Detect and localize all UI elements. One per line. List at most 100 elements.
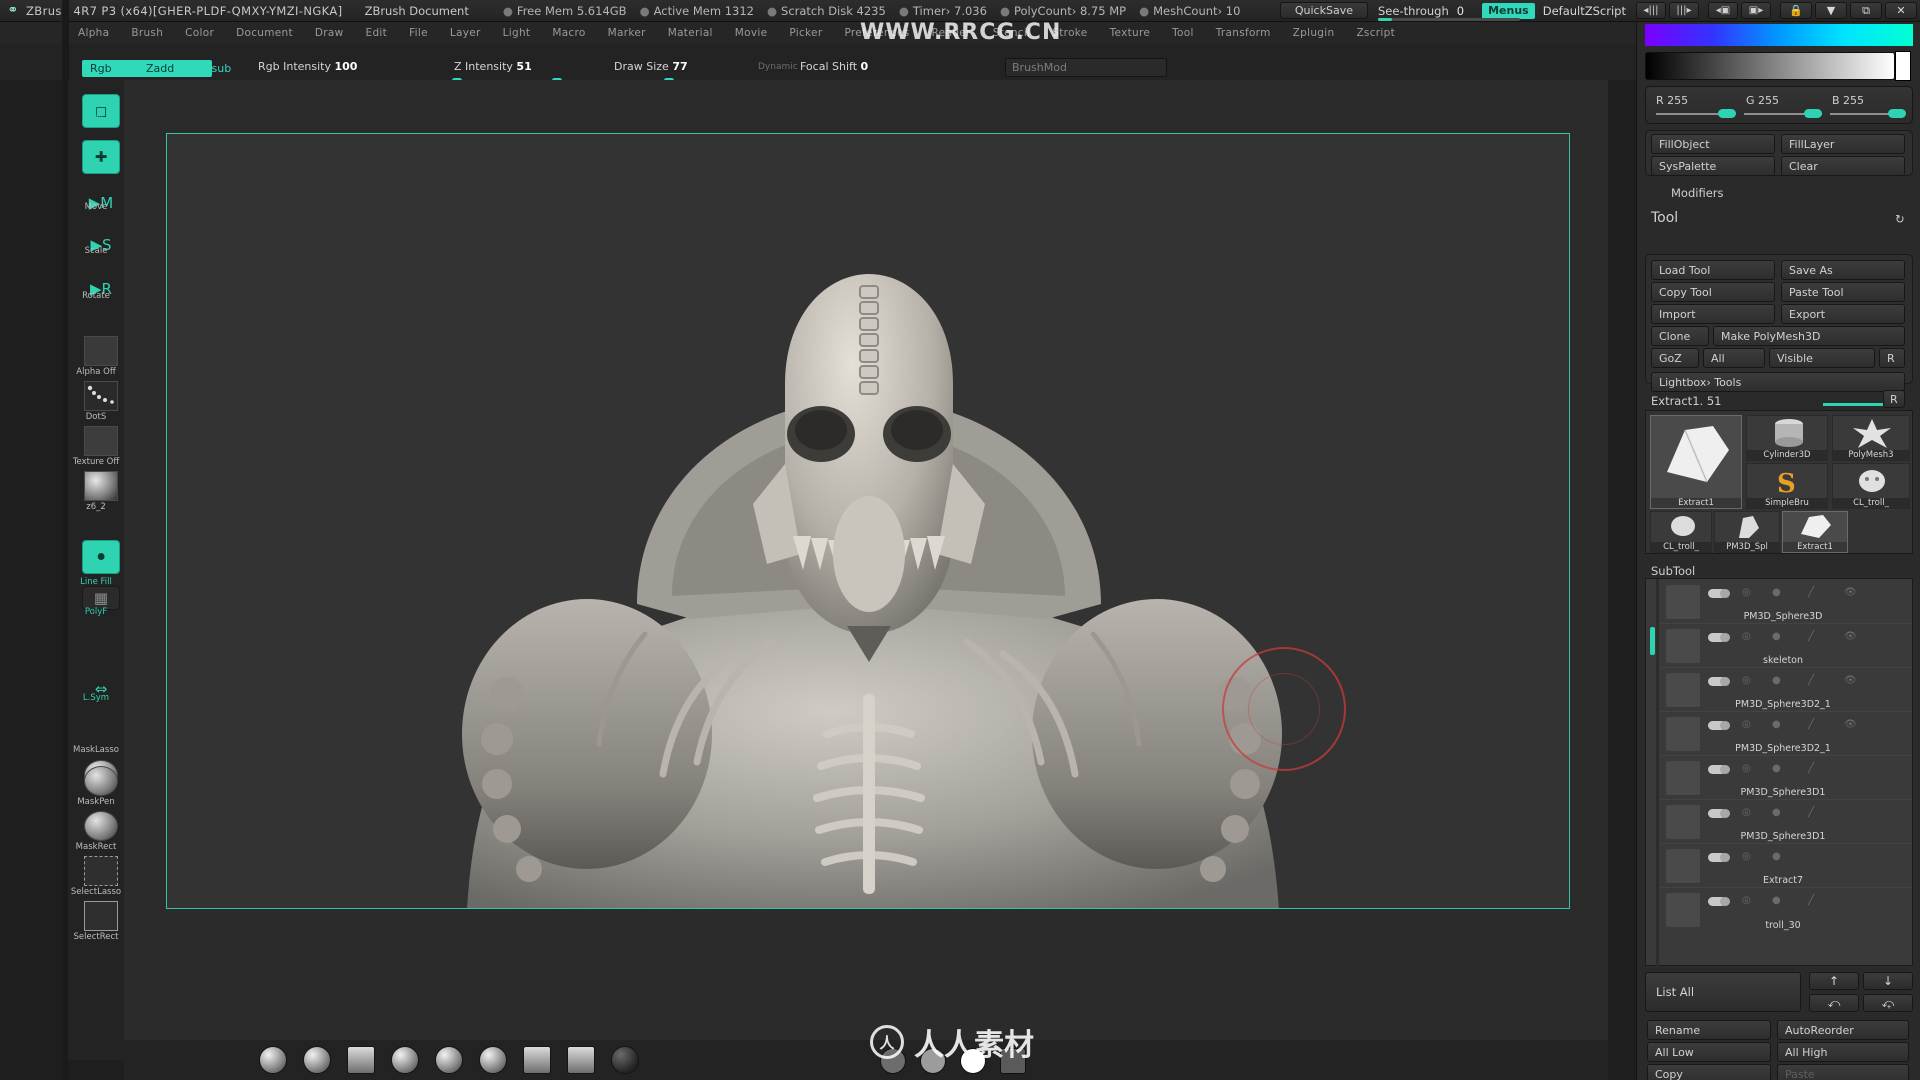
scroll-right-icon[interactable]: |||▸ [1669,2,1699,19]
b-knob[interactable] [1888,109,1906,118]
scale-button[interactable]: ▶S [82,228,120,262]
tool-thumb-polymesh3d[interactable]: PolyMesh3 [1832,415,1910,461]
rgb-intensity-slider[interactable]: Rgb Intensity 100 [258,60,462,83]
menu-item-file[interactable]: File [409,27,428,39]
quicksave-button[interactable]: QuickSave [1279,2,1368,19]
stroke-dots-icon[interactable] [84,381,118,411]
goz-button[interactable]: GoZ [1651,348,1699,368]
subtool-lock-icon[interactable]: ◎ [1742,807,1751,818]
subtool-eye-icon[interactable]: 👁 [1844,719,1857,730]
paste-tool-button[interactable]: Paste Tool [1781,282,1905,302]
subtool-brush-icon[interactable]: ╱ [1808,675,1814,686]
select-lasso-icon[interactable] [84,856,118,886]
focal-shift-slider[interactable]: Focal Shift 0 [800,60,986,82]
copy-subtool-button[interactable]: Copy [1647,1064,1771,1080]
subtool-brush-icon[interactable]: ╱ [1808,631,1814,642]
menu-item-tool[interactable]: Tool [1172,27,1194,39]
menu-item-material[interactable]: Material [668,27,713,39]
menus-toggle[interactable]: Menus [1482,2,1535,19]
list-all-button[interactable]: List All [1645,972,1801,1012]
merge-up-icon[interactable]: ⤺ [1809,994,1859,1012]
all-high-button[interactable]: All High [1777,1042,1909,1062]
subtool-eye-icon[interactable]: 👁 [1844,631,1857,642]
menu-item-edit[interactable]: Edit [366,27,388,39]
modifiers-section-label[interactable]: Modifiers [1671,186,1724,200]
subtool-row-7[interactable]: ◎ ● Extract7 [1660,845,1912,888]
fill-object-button[interactable]: FillObject [1651,134,1775,154]
menu-item-document[interactable]: Document [236,27,293,39]
g-knob[interactable] [1804,109,1822,118]
grayscale-strip[interactable] [1645,52,1895,80]
z-intensity-slider[interactable]: Z Intensity 51 [454,60,582,83]
subtool-poly-icon[interactable]: ● [1772,807,1781,818]
subtool-poly-icon[interactable]: ● [1772,763,1781,774]
subtool-lock-icon[interactable]: ◎ [1742,719,1751,730]
subtool-visibility-toggle-2[interactable] [1720,809,1730,818]
menu-item-color[interactable]: Color [185,27,214,39]
material-ball-4-icon[interactable] [391,1046,419,1074]
subtool-row-3[interactable]: ◎ ● ╱ 👁 PM3D_Sphere3D2_1 [1660,669,1912,712]
alpha-swatch-icon[interactable] [84,336,118,366]
clear-button[interactable]: Clear [1781,156,1905,176]
tool-thumb-cltroll-2[interactable]: CL_troll_ [1650,511,1712,553]
copy-tool-button[interactable]: Copy Tool [1651,282,1775,302]
texture-swatch-icon[interactable] [84,426,118,456]
subtool-visibility-toggle-2[interactable] [1720,897,1730,906]
rename-button[interactable]: Rename [1647,1020,1771,1040]
subtool-row-5[interactable]: ◎ ● ╱ PM3D_Sphere3D1 [1660,757,1912,800]
dock-left-icon[interactable]: ◂▣ [1708,2,1738,19]
tool-reset-icon[interactable]: ↻ [1895,212,1905,226]
grayscale-selected-swatch[interactable] [1895,51,1911,81]
subtool-brush-icon[interactable]: ╱ [1808,895,1814,906]
load-tool-button[interactable]: Load Tool [1651,260,1775,280]
subtool-brush-icon[interactable]: ╱ [1808,763,1814,774]
lightbox-tools-button[interactable]: Lightbox› Tools [1651,372,1905,392]
dynamic-label[interactable]: Dynamic [758,62,798,72]
subtool-row-1[interactable]: ◎ ● ╱ 👁 PM3D_Sphere3D [1660,581,1912,624]
subtool-brush-icon[interactable]: ╱ [1808,807,1814,818]
mask-pen-icon[interactable] [84,766,118,796]
make-polymesh3d-button[interactable]: Make PolyMesh3D [1713,326,1905,346]
close-icon[interactable]: ✕ [1885,2,1917,19]
subtool-lock-icon[interactable]: ◎ [1742,675,1751,686]
menu-item-draw[interactable]: Draw [315,27,344,39]
menu-item-zplugin[interactable]: Zplugin [1293,27,1335,39]
subtool-section-title[interactable]: SubTool [1651,564,1695,578]
lock-icon[interactable]: 🔒 [1780,2,1812,19]
tool-section-title[interactable]: Tool [1651,210,1678,226]
restore-icon[interactable]: ⧉ [1850,2,1882,19]
subtool-visibility-toggle-2[interactable] [1720,677,1730,686]
fill-layer-button[interactable]: FillLayer [1781,134,1905,154]
subtool-visibility-toggle-2[interactable] [1720,721,1730,730]
menu-item-texture[interactable]: Texture [1110,27,1151,39]
subtool-scrollbar[interactable] [1656,579,1659,967]
subtool-lock-icon[interactable]: ◎ [1742,763,1751,774]
tool-thumb-cltroll-1[interactable]: CL_troll_ [1832,463,1910,509]
paste-subtool-button[interactable]: Paste [1777,1064,1909,1080]
subtool-poly-icon[interactable]: ● [1772,719,1781,730]
all-button[interactable]: All [1703,348,1765,368]
subtool-lock-icon[interactable]: ◎ [1742,631,1751,642]
sys-palette-button[interactable]: SysPalette [1651,156,1775,176]
subtool-visibility-toggle-2[interactable] [1720,589,1730,598]
menu-item-brush[interactable]: Brush [131,27,163,39]
subtool-visibility-toggle-2[interactable] [1720,765,1730,774]
tool-thumb-simplebrush[interactable]: S SimpleBru [1746,463,1828,509]
visible-button[interactable]: Visible [1769,348,1875,368]
tool-thumb-extract1[interactable]: Extract1 [1650,415,1742,509]
subtool-list[interactable]: ◎ ● ╱ 👁 PM3D_Sphere3D ◎ ● ╱ 👁 skeleton ◎… [1645,578,1913,967]
menu-item-macro[interactable]: Macro [552,27,585,39]
material-ball-9-icon[interactable] [611,1046,639,1074]
subtool-poly-icon[interactable]: ● [1772,675,1781,686]
subtool-brush-icon[interactable]: ╱ [1808,587,1814,598]
material-ball-6-icon[interactable] [479,1046,507,1074]
menu-item-zscript[interactable]: Zscript [1356,27,1395,39]
material-ball-5-icon[interactable] [435,1046,463,1074]
subtool-lock-icon[interactable]: ◎ [1742,895,1751,906]
subtool-eye-icon[interactable]: 👁 [1844,675,1857,686]
tool-thumb-pm3dspl[interactable]: PM3D_Spl [1714,511,1780,553]
tool-slider-fill[interactable] [1823,403,1883,406]
subtool-row-6[interactable]: ◎ ● ╱ PM3D_Sphere3D1 [1660,801,1912,844]
subtool-poly-icon[interactable]: ● [1772,587,1781,598]
subtool-poly-icon[interactable]: ● [1772,895,1781,906]
